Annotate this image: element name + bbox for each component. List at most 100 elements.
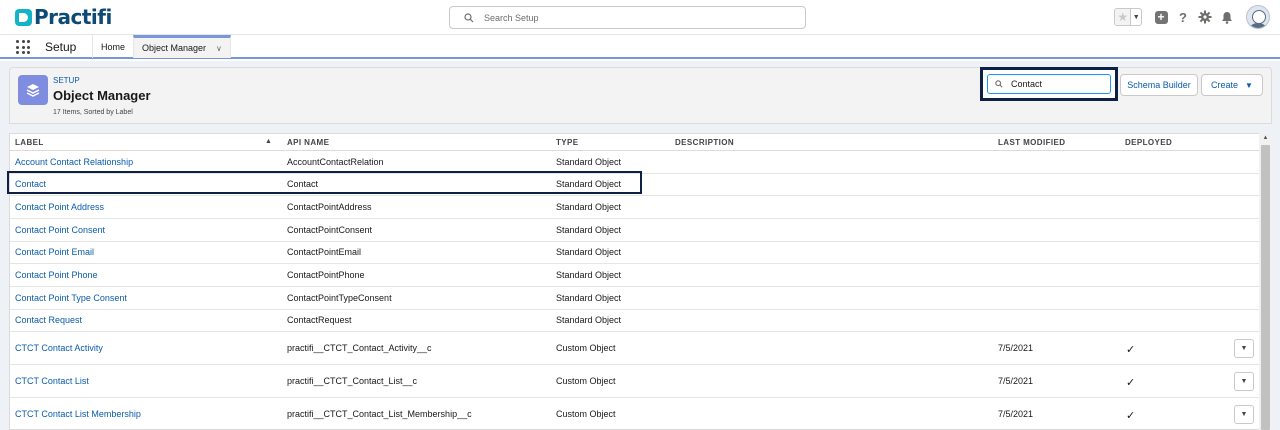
row-type: Custom Object	[556, 376, 616, 386]
quick-find-highlight	[980, 67, 1118, 101]
row-api-name: practifi__CTCT_Contact_List__c	[287, 376, 418, 386]
tab-object-manager[interactable]: Object Manager ∨	[133, 35, 231, 58]
row-label-link[interactable]: CTCT Contact Activity	[15, 343, 103, 353]
gear-icon	[1198, 10, 1212, 24]
row-type: Standard Object	[556, 315, 622, 325]
column-header-deployed[interactable]: DEPLOYED	[1125, 138, 1172, 147]
row-last-modified: 7/5/2021	[998, 376, 1034, 386]
favorites-dropdown-icon[interactable]: ▼	[1130, 9, 1141, 25]
header-icons: ★ ▼ + ?	[1114, 5, 1270, 29]
row-type: Standard Object	[556, 157, 622, 167]
row-last-modified: 7/5/2021	[998, 343, 1034, 353]
row-api-name: ContactPointAddress	[287, 202, 372, 212]
user-avatar[interactable]	[1246, 5, 1270, 29]
object-list-table: LABEL ▲ API NAME TYPE DESCRIPTION LAST M…	[9, 133, 1272, 430]
practifi-logo[interactable]: Practifi	[15, 5, 112, 29]
table-row: CTCT Contact List Membership practifi__CT…	[10, 398, 1260, 429]
quick-find-input[interactable]	[1011, 79, 1106, 89]
search-icon	[995, 80, 1003, 88]
row-label-link[interactable]: Contact Point Phone	[15, 270, 98, 280]
row-label-link[interactable]: Contact Point Type Consent	[15, 293, 127, 303]
column-header-label[interactable]: LABEL ▲	[15, 138, 272, 147]
sort-ascending-icon[interactable]: ▲	[265, 138, 272, 145]
column-header-last-modified[interactable]: LAST MODIFIED	[998, 138, 1065, 147]
row-label-link[interactable]: Contact	[15, 179, 46, 189]
global-actions-button[interactable]: +	[1154, 10, 1168, 24]
table-row: CTCT Contact List practifi__CTCT_Contact_…	[10, 365, 1260, 398]
row-label-link[interactable]: Account Contact Relationship	[15, 157, 133, 167]
row-actions-dropdown-icon[interactable]: ▼	[1234, 339, 1254, 358]
chevron-down-icon[interactable]: ∨	[216, 44, 222, 53]
table-row: Contact Contact Standard Object	[10, 174, 1260, 196]
plus-icon: +	[1154, 10, 1168, 24]
row-api-name: Contact	[287, 179, 319, 189]
row-api-name: AccountContactRelation	[287, 157, 384, 167]
table-row: Contact Point Consent ContactPointConsent…	[10, 219, 1260, 242]
page-title: Object Manager	[53, 88, 151, 103]
row-type: Standard Object	[556, 270, 622, 280]
table-row: Contact Point Type Consent ContactPointTy…	[10, 287, 1260, 310]
table-row: Account Contact Relationship AccountConta…	[10, 151, 1260, 174]
row-deployed-check: ✓	[1126, 377, 1136, 389]
row-label-link[interactable]: Contact Point Consent	[15, 225, 105, 235]
tab-home[interactable]: Home	[92, 35, 133, 58]
table-scrollbar[interactable]: ▲	[1259, 133, 1272, 430]
scroll-thumb[interactable]	[1261, 145, 1270, 430]
row-actions-dropdown-icon[interactable]: ▼	[1234, 405, 1254, 424]
tab-object-manager-label: Object Manager	[142, 43, 207, 53]
favorites-star-icon[interactable]: ★	[1115, 9, 1131, 25]
row-last-modified: 7/5/2021	[998, 409, 1034, 419]
table-header: LABEL ▲ API NAME TYPE DESCRIPTION LAST M…	[10, 134, 1260, 151]
search-placeholder: Search Setup	[484, 12, 539, 23]
row-api-name: ContactPointEmail	[287, 247, 362, 257]
favorites-group: ★ ▼	[1114, 8, 1142, 26]
row-label-link[interactable]: Contact Request	[15, 315, 82, 325]
setup-gear-icon[interactable]	[1198, 10, 1212, 24]
item-count-subtitle: 17 Items, Sorted by Label	[53, 109, 133, 116]
row-api-name: ContactRequest	[287, 315, 352, 325]
caret-down-icon: ▼	[1245, 80, 1253, 90]
row-deployed-check: ✓	[1126, 344, 1136, 356]
object-manager-layers-icon	[18, 75, 48, 105]
global-search-input[interactable]: Search Setup	[449, 6, 806, 29]
practifi-logo-mark-icon	[15, 8, 32, 26]
table-row: Contact Point Address ContactPointAddress…	[10, 196, 1260, 219]
row-type: Standard Object	[556, 225, 622, 235]
row-label-link[interactable]: Contact Point Email	[15, 247, 94, 257]
table-row: CTCT Contact Activity practifi__CTCT_Cont…	[10, 332, 1260, 365]
app-launcher-icon[interactable]	[16, 40, 30, 54]
row-type: Standard Object	[556, 293, 622, 303]
row-label-link[interactable]: CTCT Contact List	[15, 376, 89, 386]
global-header: Practifi Search Setup ★ ▼ + ?	[0, 0, 1280, 34]
column-header-description[interactable]: DESCRIPTION	[675, 138, 734, 147]
create-button[interactable]: Create ▼	[1201, 74, 1263, 96]
notifications-bell-icon[interactable]	[1220, 10, 1234, 24]
create-label: Create	[1211, 80, 1239, 90]
app-name: Setup	[45, 40, 77, 54]
schema-builder-button[interactable]: Schema Builder	[1120, 74, 1198, 96]
row-type: Standard Object	[556, 202, 622, 212]
row-actions-dropdown-icon[interactable]: ▼	[1234, 372, 1254, 391]
row-api-name: ContactPointTypeConsent	[287, 293, 392, 303]
breadcrumb[interactable]: SETUP	[53, 76, 80, 85]
schema-builder-label: Schema Builder	[1127, 80, 1191, 90]
table-row: Contact Point Phone ContactPointPhone Stan…	[10, 264, 1260, 287]
row-type: Custom Object	[556, 409, 616, 419]
row-type: Custom Object	[556, 343, 616, 353]
column-header-api-name[interactable]: API NAME	[287, 138, 329, 147]
table-row: Contact Request ContactRequest Standard Ob…	[10, 310, 1260, 332]
tab-home-label: Home	[101, 41, 126, 52]
help-icon[interactable]: ?	[1176, 10, 1190, 25]
quick-find-input-wrapper[interactable]	[987, 74, 1111, 94]
column-label-text: LABEL	[15, 138, 44, 147]
row-label-link[interactable]: Contact Point Address	[15, 202, 104, 212]
scroll-up-arrow-icon[interactable]: ▲	[1259, 133, 1272, 144]
row-label-link[interactable]: CTCT Contact List Membership	[15, 409, 141, 419]
search-icon	[464, 12, 474, 22]
logo-text: Practifi	[34, 5, 112, 29]
row-type: Standard Object	[556, 179, 622, 189]
column-header-type[interactable]: TYPE	[556, 138, 579, 147]
row-type: Standard Object	[556, 247, 622, 257]
row-api-name: practifi__CTCT_Contact_List_Membership__…	[287, 409, 472, 419]
row-api-name: ContactPointConsent	[287, 225, 373, 235]
